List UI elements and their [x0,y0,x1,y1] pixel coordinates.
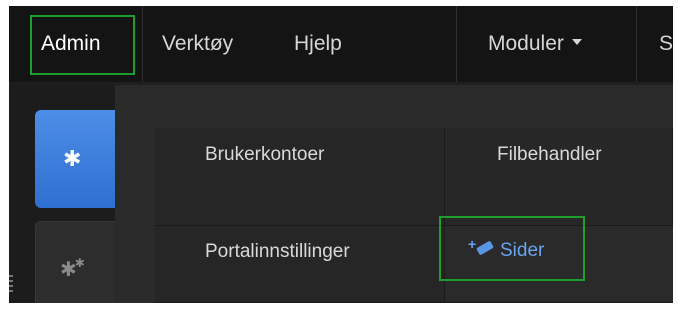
highlight-box-pages [439,216,585,281]
resize-handle[interactable] [9,275,13,303]
menu-item-truncated[interactable]: S [659,24,673,64]
sidebar-tab-settings[interactable]: ✱✱ [35,221,115,303]
admin-item-file-manager[interactable]: Filbehandler [445,128,673,226]
gears-icon: ✱✱ [60,256,85,281]
menu-divider [142,6,143,82]
sidebar-tab-admin[interactable]: ✱ [35,110,115,208]
app-window: Admin Verktøy Hjelp Moduler S ✱ ✱✱ Bruke… [9,6,673,303]
menu-modules[interactable]: Moduler [488,24,582,64]
admin-menu-grid: Brukerkontoer Filbehandler Portalinnstil… [155,128,673,303]
admin-panel: Brukerkontoer Filbehandler Portalinnstil… [115,85,673,303]
admin-item-portal-settings[interactable]: Portalinnstillinger [155,226,445,303]
highlight-box-admin [30,15,135,75]
sidebar: ✱ ✱✱ [9,85,115,303]
menu-modules-label: Moduler [488,32,564,55]
menu-divider [456,6,457,82]
admin-item-label: Filbehandler [497,144,602,165]
menu-tools[interactable]: Verktøy [162,24,233,64]
admin-item-label: Portalinnstillinger [205,241,350,262]
caret-down-icon [571,39,582,46]
menu-divider [636,6,637,82]
admin-item-label: Brukerkontoer [205,144,325,165]
admin-item-user-accounts[interactable]: Brukerkontoer [155,128,445,226]
gear-icon: ✱ [63,146,82,171]
menu-help[interactable]: Hjelp [294,24,342,64]
